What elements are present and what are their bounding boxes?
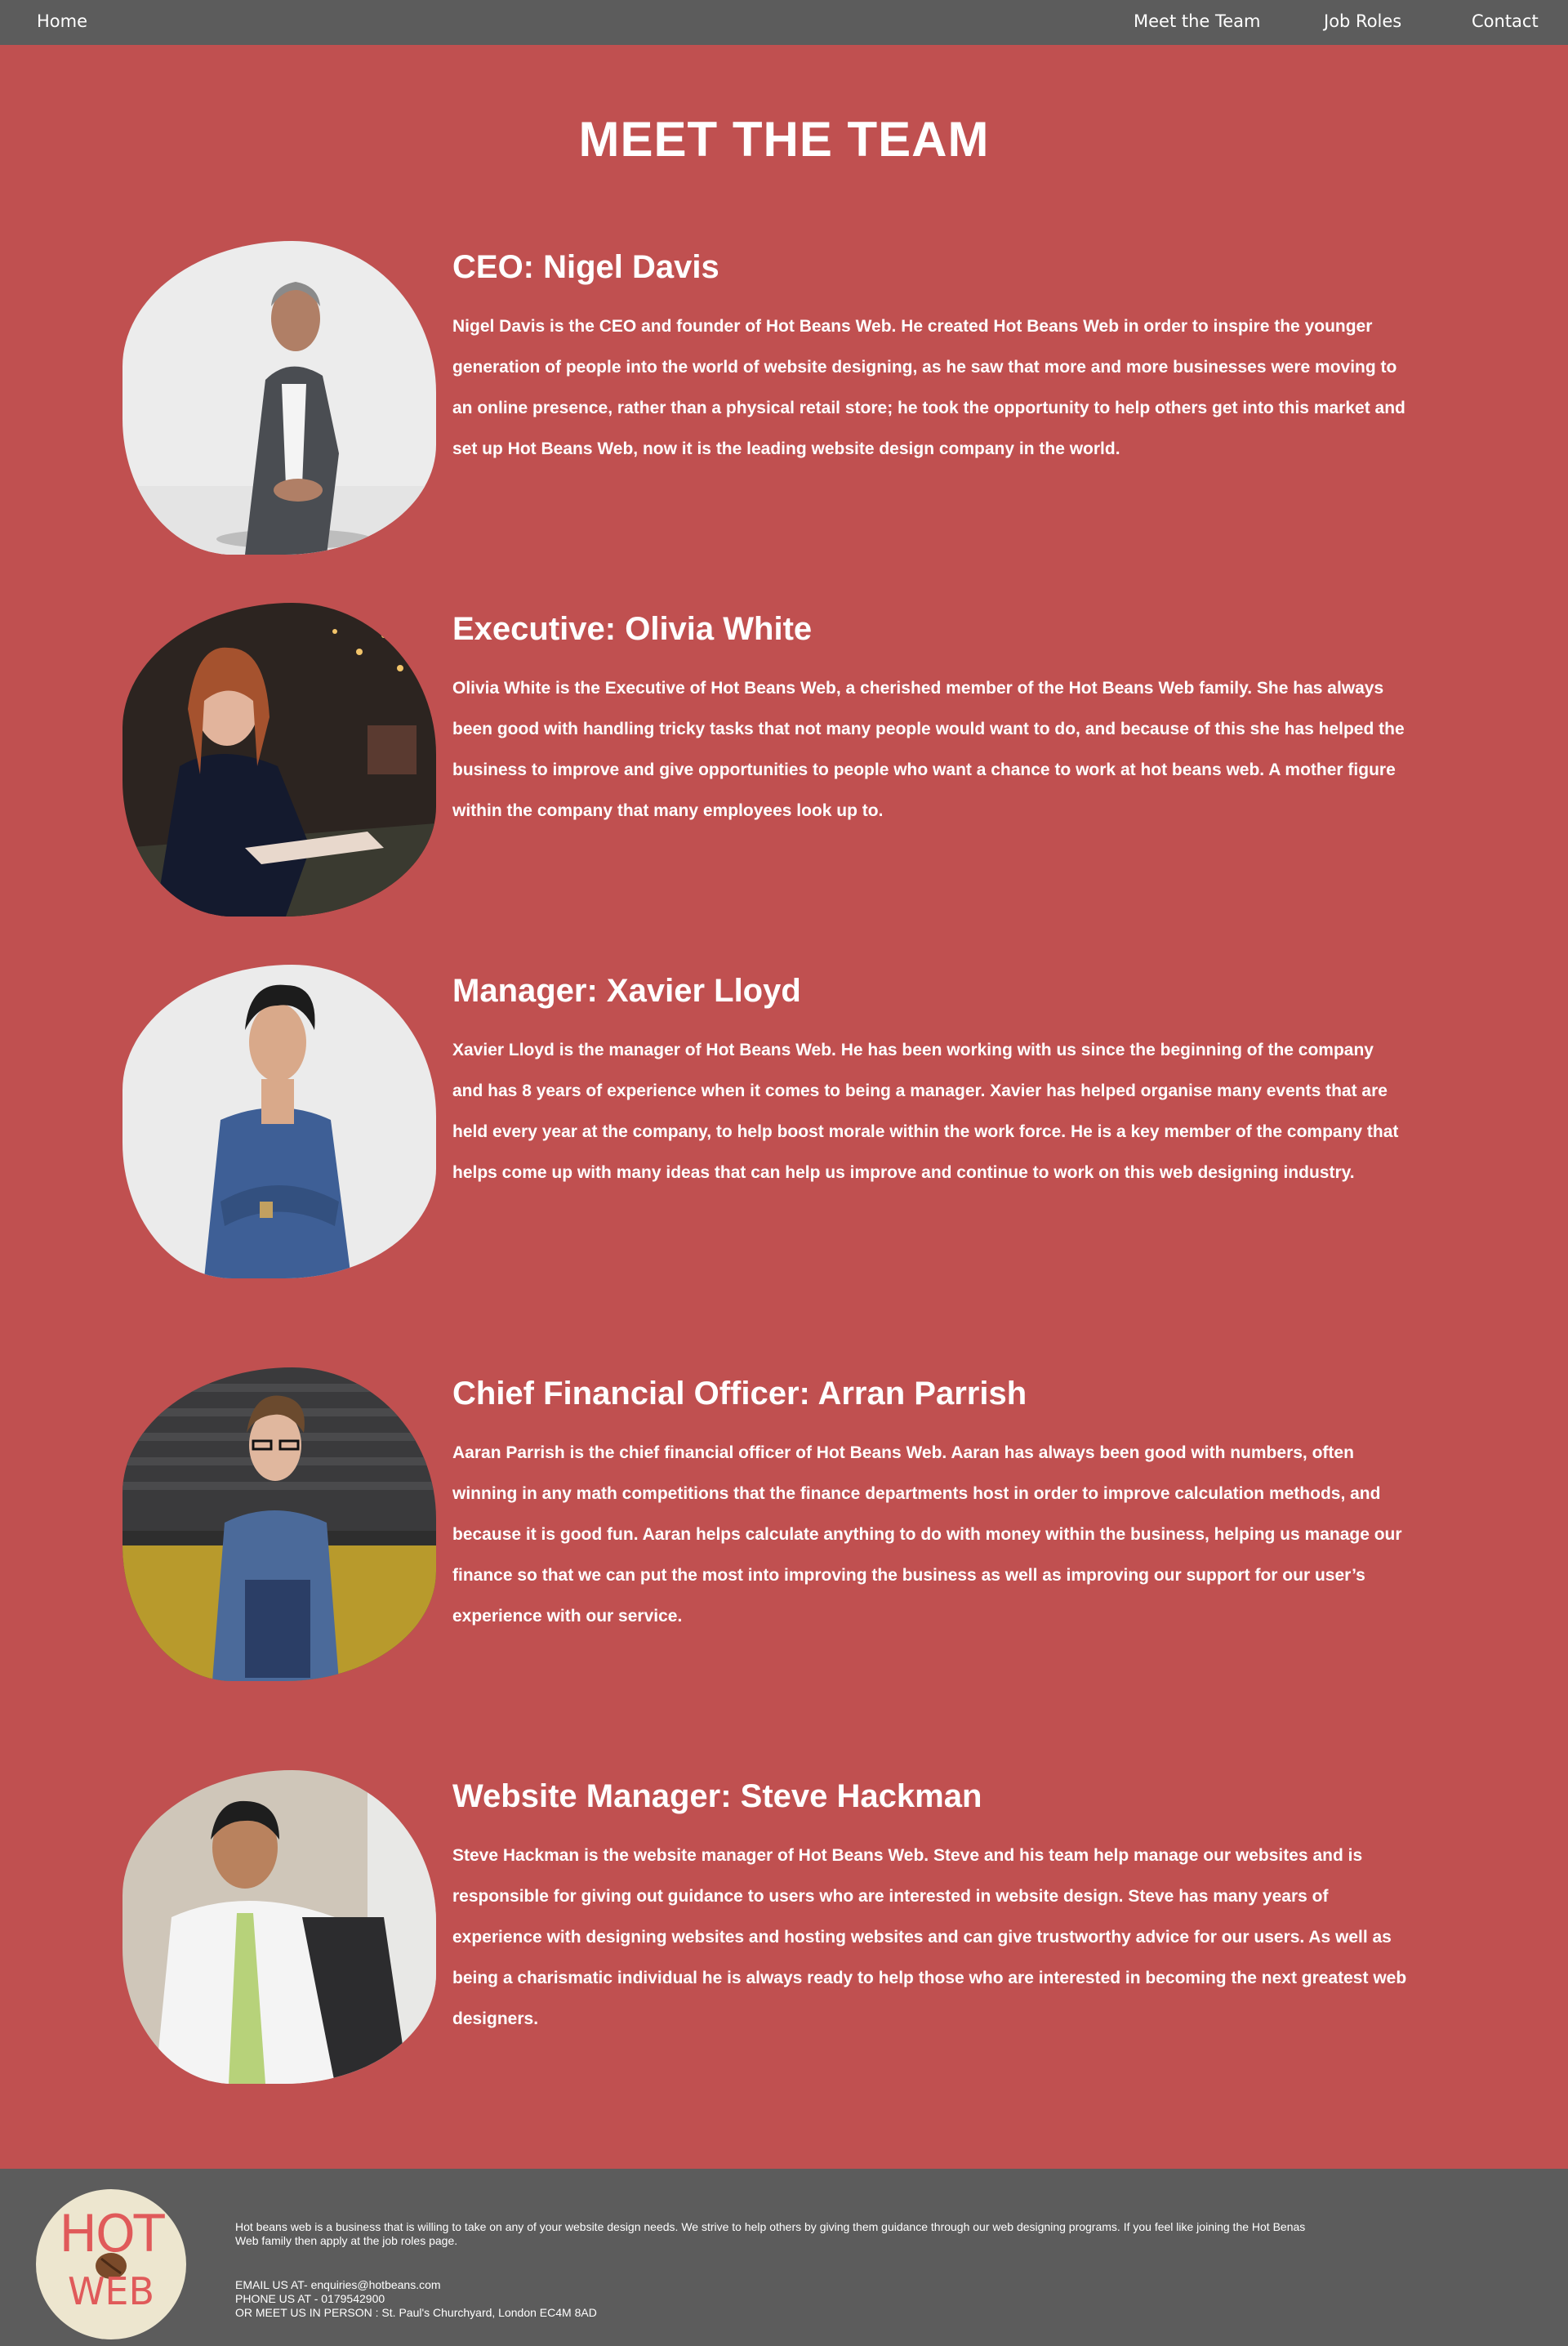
member-photo-arran xyxy=(122,1367,436,1681)
footer-email: EMAIL US AT- enquiries@hotbeans.com xyxy=(235,2278,441,2291)
top-nav: Home Meet the Team Job Roles Contact xyxy=(0,0,1568,45)
member-bio: Steve Hackman is the website manager of … xyxy=(452,1846,1407,2028)
member-bio: Olivia White is the Executive of Hot Bea… xyxy=(452,679,1405,820)
footer-phone: PHONE US AT - 0179542900 xyxy=(235,2292,385,2305)
member-role-name: Executive: Olivia White xyxy=(452,611,813,647)
member-bio: Xavier Lloyd is the manager of Hot Beans… xyxy=(452,1041,1399,1182)
hot-web-logo[interactable]: HOT WEB xyxy=(36,2189,186,2339)
footer-address: OR MEET US IN PERSON : St. Paul's Church… xyxy=(235,2306,597,2319)
member-photo-olivia xyxy=(122,603,436,917)
logo-text-bottom: WEB xyxy=(67,2269,155,2313)
member-bio: Nigel Davis is the CEO and founder of Ho… xyxy=(452,317,1405,458)
nav-contact-link[interactable]: Contact xyxy=(1472,11,1539,31)
member-role-name: Manager: Xavier Lloyd xyxy=(452,973,801,1009)
footer-about-text: Hot beans web is a business that is will… xyxy=(235,2220,1306,2247)
member-photo-steve xyxy=(122,1770,436,2084)
member-role-name: CEO: Nigel Davis xyxy=(452,249,719,285)
nav-meet-team-link[interactable]: Meet the Team xyxy=(1134,11,1261,31)
member-bio: Aaran Parrish is the chief financial off… xyxy=(452,1443,1402,1626)
member-role-name: Website Manager: Steve Hackman xyxy=(452,1778,982,1814)
page-title: MEET THE TEAM xyxy=(578,112,990,167)
member-photo-nigel xyxy=(122,241,436,555)
footer-contact-info: EMAIL US AT- enquiries@hotbeans.com PHON… xyxy=(235,2278,970,2320)
member-photo-xavier xyxy=(122,965,436,1278)
nav-home-link[interactable]: Home xyxy=(37,11,87,31)
footer: HOT WEB Hot beans web is a business that… xyxy=(0,2169,1568,2346)
member-role-name: Chief Financial Officer: Arran Parrish xyxy=(452,1376,1027,1412)
nav-job-roles-link[interactable]: Job Roles xyxy=(1324,11,1401,31)
